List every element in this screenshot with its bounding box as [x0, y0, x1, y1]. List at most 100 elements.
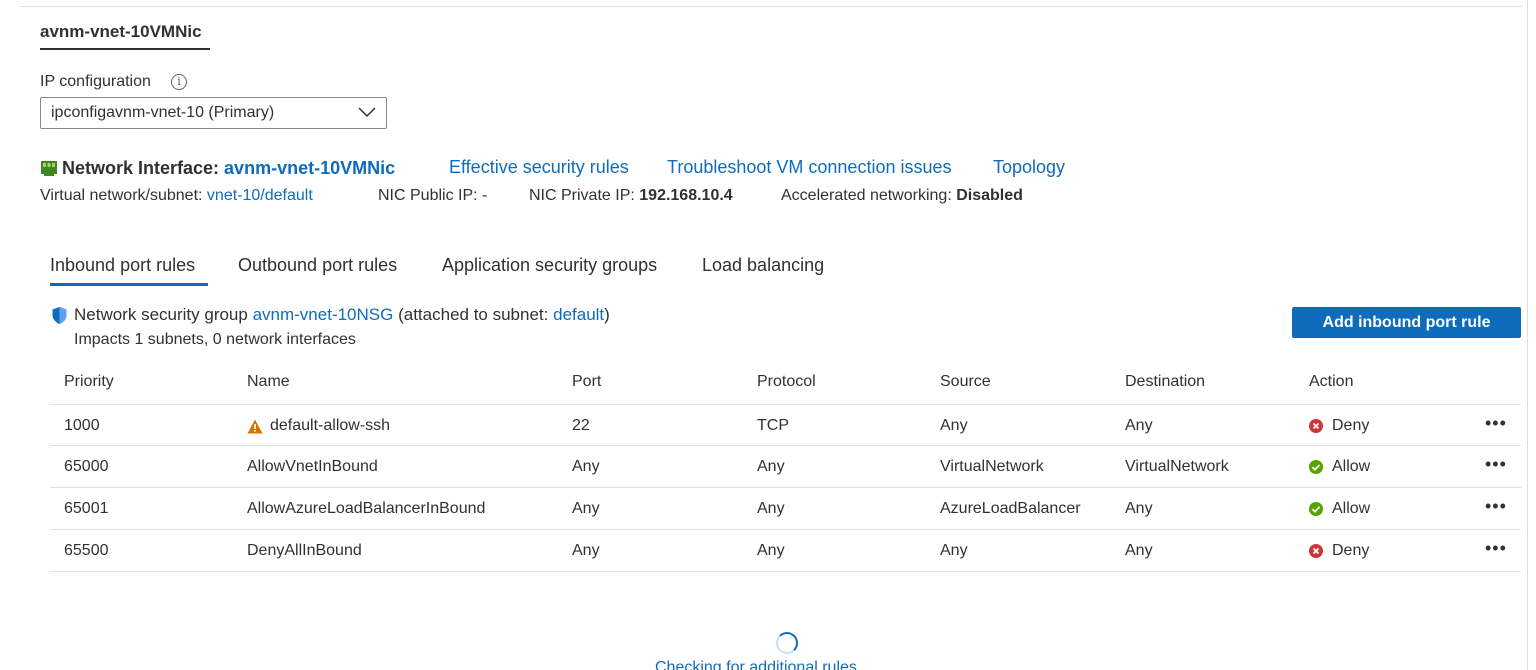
tab-load-balancing[interactable]: Load balancing: [702, 255, 824, 276]
row-divider: [50, 529, 1521, 530]
more-options-icon[interactable]: •••: [1485, 538, 1507, 559]
accel-value: Disabled: [956, 187, 1023, 204]
vnet-subnet-info: Virtual network/subnet: vnet-10/default: [40, 187, 313, 205]
allow-check-icon: [1309, 460, 1323, 474]
vnet-label: Virtual network/subnet:: [40, 187, 203, 204]
cell-destination: VirtualNetwork: [1125, 458, 1229, 476]
cell-port-text: Any: [572, 500, 600, 517]
private-ip-label: NIC Private IP:: [529, 187, 635, 204]
cell-destination: Any: [1125, 500, 1153, 518]
tab-inbound-port-rules[interactable]: Inbound port rules: [50, 255, 195, 276]
nic-name-link[interactable]: avnm-vnet-10VMNic: [224, 158, 395, 179]
column-header-port[interactable]: Port: [572, 373, 601, 391]
cell-priority-text: 1000: [64, 417, 100, 434]
cell-source: Any: [940, 417, 968, 435]
cell-source: AzureLoadBalancer: [940, 500, 1081, 518]
nsg-subnet-link[interactable]: default: [553, 305, 604, 325]
cell-action-text: Allow: [1332, 500, 1371, 517]
column-header-action[interactable]: Action: [1309, 373, 1353, 391]
cell-source-text: Any: [940, 542, 968, 559]
ip-configuration-value: ipconfigavnm-vnet-10 (Primary): [51, 104, 275, 121]
network-interface-icon: [41, 161, 57, 176]
topology-link[interactable]: Topology: [993, 157, 1065, 178]
cell-priority-text: 65001: [64, 500, 109, 517]
cell-action-text: Deny: [1332, 542, 1370, 559]
cell-name: AllowVnetInBound: [247, 458, 378, 476]
cell-protocol-text: Any: [757, 500, 785, 517]
cell-protocol: TCP: [757, 417, 789, 435]
cell-source-text: Any: [940, 417, 968, 434]
cell-action-text: Allow: [1332, 458, 1371, 475]
cell-name-text: default-allow-ssh: [270, 417, 391, 434]
cell-name: AllowAzureLoadBalancerInBound: [247, 500, 485, 518]
column-header-destination[interactable]: Destination: [1125, 373, 1205, 391]
cell-port-text: Any: [572, 542, 600, 559]
nsg-name-link[interactable]: avnm-vnet-10NSG: [253, 305, 394, 325]
chevron-down-icon: [358, 107, 376, 118]
public-ip-value: -: [482, 187, 488, 204]
column-header-priority[interactable]: Priority: [64, 373, 114, 391]
cell-name-text: AllowVnetInBound: [247, 458, 378, 475]
column-header-source[interactable]: Source: [940, 373, 991, 391]
troubleshoot-link[interactable]: Troubleshoot VM connection issues: [667, 157, 951, 178]
add-inbound-port-rule-button[interactable]: Add inbound port rule: [1292, 307, 1521, 338]
nic-prefix: Network Interface:: [62, 157, 220, 178]
row-divider: [50, 487, 1521, 488]
vnet-link[interactable]: vnet-10/default: [207, 187, 313, 204]
cell-name: default-allow-ssh: [247, 417, 390, 435]
cell-action: Allow: [1309, 500, 1370, 518]
column-header-name[interactable]: Name: [247, 373, 290, 391]
cell-priority: 65000: [64, 458, 109, 476]
cell-destination-text: Any: [1125, 500, 1153, 517]
nsg-attached-suffix: ): [604, 305, 610, 324]
cell-port-text: Any: [572, 458, 600, 475]
ip-configuration-select[interactable]: ipconfigavnm-vnet-10 (Primary): [40, 97, 387, 129]
tab-application-security-groups[interactable]: Application security groups: [442, 255, 657, 276]
private-ip-info: NIC Private IP: 192.168.10.4: [529, 187, 733, 205]
cell-protocol-text: Any: [757, 458, 785, 475]
cell-source: Any: [940, 542, 968, 560]
checking-status: Checking for additional rules...: [655, 659, 871, 670]
nic-tab[interactable]: avnm-vnet-10VMNic: [40, 22, 202, 42]
cell-protocol-text: TCP: [757, 417, 789, 434]
accelerated-networking-info: Accelerated networking: Disabled: [781, 187, 1023, 205]
more-options-icon[interactable]: •••: [1485, 413, 1507, 434]
cell-name-text: DenyAllInBound: [247, 542, 362, 559]
column-header-protocol[interactable]: Protocol: [757, 373, 816, 391]
cell-destination-text: Any: [1125, 542, 1153, 559]
row-divider: [50, 445, 1521, 446]
cell-destination: Any: [1125, 542, 1153, 560]
cell-destination-text: Any: [1125, 417, 1153, 434]
effective-security-rules-link[interactable]: Effective security rules: [449, 157, 629, 178]
shield-icon: [52, 306, 67, 324]
nsg-prefix: Network security group: [74, 305, 248, 324]
cell-priority: 1000: [64, 417, 100, 435]
cell-priority: 65500: [64, 542, 109, 560]
cell-destination: Any: [1125, 417, 1153, 435]
public-ip-info: NIC Public IP: -: [378, 187, 487, 205]
more-options-icon[interactable]: •••: [1485, 454, 1507, 475]
top-divider: [20, 6, 1523, 7]
cell-action: Deny: [1309, 417, 1369, 435]
deny-x-icon: [1309, 544, 1323, 558]
cell-protocol: Any: [757, 458, 785, 476]
nic-tab-underline: [40, 48, 210, 50]
cell-source-text: VirtualNetwork: [940, 458, 1044, 475]
right-divider: [1527, 0, 1528, 670]
cell-source: VirtualNetwork: [940, 458, 1044, 476]
cell-protocol: Any: [757, 542, 785, 560]
cell-priority-text: 65500: [64, 542, 109, 559]
cell-protocol: Any: [757, 500, 785, 518]
tab-outbound-port-rules[interactable]: Outbound port rules: [238, 255, 397, 276]
cell-port: Any: [572, 500, 600, 518]
more-options-icon[interactable]: •••: [1485, 496, 1507, 517]
cell-port-text: 22: [572, 417, 590, 434]
row-divider: [50, 404, 1521, 405]
nsg-impacts: Impacts 1 subnets, 0 network interfaces: [74, 331, 356, 348]
active-tab-indicator: [50, 283, 208, 286]
cell-action-text: Deny: [1332, 417, 1370, 434]
accel-label: Accelerated networking:: [781, 187, 952, 204]
info-icon[interactable]: i: [171, 74, 187, 90]
nic-title-row: Network Interface: avnm-vnet-10VMNic: [40, 156, 395, 180]
nsg-info: Network security group avnm-vnet-10NSG (…: [51, 305, 610, 325]
